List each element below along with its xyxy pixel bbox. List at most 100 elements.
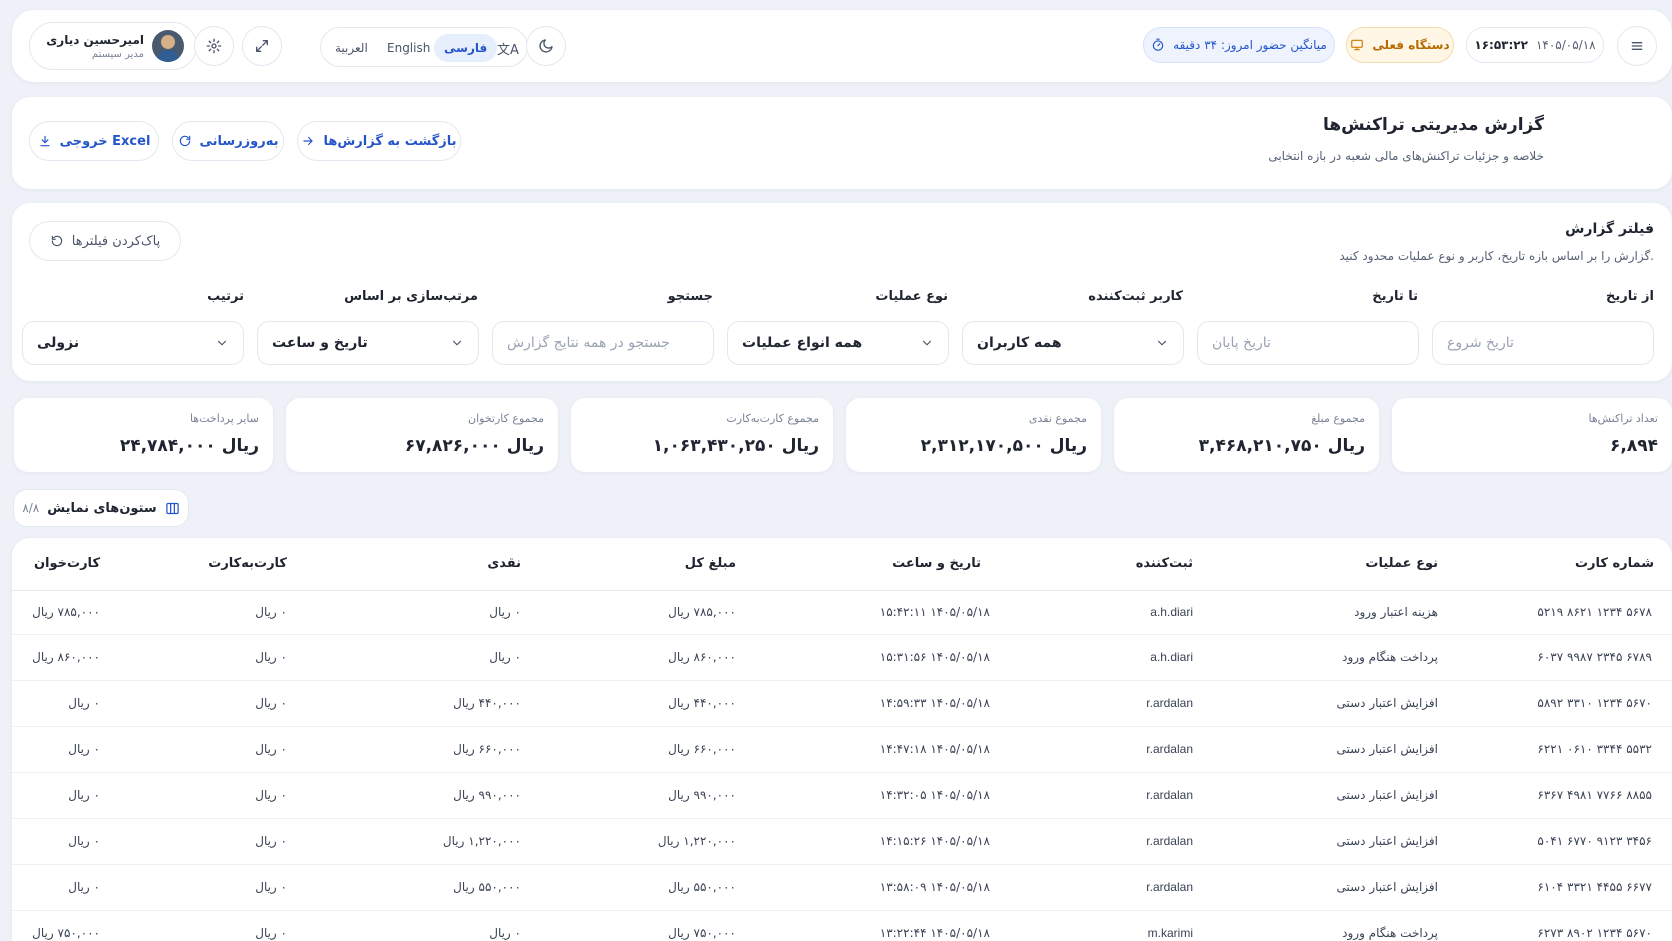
stat-label: مجموع نقدی <box>1028 412 1087 425</box>
user-profile-card[interactable]: امیرحسین دیاری مدیر سیستم <box>29 22 197 70</box>
lang-farsi[interactable]: فارسی <box>434 34 498 62</box>
user-select[interactable]: همه کاربران <box>962 321 1184 365</box>
columns-visibility-button[interactable]: ۸/۸ ستون‌های نمایش <box>13 489 189 527</box>
operation-type-label: نوع عملیات <box>875 289 948 304</box>
order-value: نزولی <box>37 335 80 351</box>
current-date: ۱۴۰۵/۰۵/۱۸ <box>1535 38 1596 52</box>
transactions-table: شماره کارت نوع عملیات ثبت‌کننده تاریخ و … <box>12 538 1672 941</box>
column-header[interactable]: نوع عملیات <box>1195 538 1450 591</box>
columns-count: ۸/۸ <box>22 501 40 515</box>
card-number-cell: ۵۶۷۰ ۱۲۳۴ ۳۳۱۰ ۵۸۹۲ <box>1450 680 1672 727</box>
clear-filters-button[interactable]: پاک‌کردن فیلترها <box>29 221 181 261</box>
total-amount-cell: ۵۵۰,۰۰۰ ریال <box>620 864 775 911</box>
datetime-cell: ۱۴۰۵/۰۵/۱۸ ۱۴:۱۵:۲۶ <box>775 818 1020 865</box>
column-header[interactable]: شماره کارت <box>1450 538 1672 591</box>
card-number-cell: ۸۸۵۵ ۷۷۶۶ ۴۹۸۱ ۶۳۶۷ <box>1450 772 1672 819</box>
table-row[interactable]: ۵۶۷۰ ۱۲۳۴ ۳۳۱۰ ۵۸۹۲ افزایش اعتبار دستی r.a… <box>12 680 1672 727</box>
card-to-card-cell: ۰ ریال <box>230 772 450 819</box>
datetime-cell: ۱۴۰۵/۰۵/۱۸ ۱۵:۳۱:۵۶ <box>775 634 1020 681</box>
to-date-input[interactable]: تاریخ پایان <box>1197 321 1419 365</box>
monitor-icon <box>1351 39 1364 51</box>
top-header: امیرحسین دیاری مدیر سیستم العربية Englis… <box>12 10 1672 82</box>
lang-arabic[interactable]: العربية <box>325 34 378 62</box>
operation-type-cell: افزایش اعتبار دستی <box>1195 864 1450 911</box>
card-number-cell: ۳۴۵۶ ۹۱۲۳ ۶۷۷۰ ۵۰۴۱ <box>1450 818 1672 865</box>
columns-visibility-label: ستون‌های نمایش <box>47 500 157 516</box>
total-amount-cell: ۹۹۰,۰۰۰ ریال <box>620 772 775 819</box>
pos-cell: ۰ ریال <box>12 680 230 727</box>
page-subtitle: خلاصه و جزئیات تراکنش‌های مالی شعبه در ب… <box>1268 149 1544 163</box>
stat-card-total-amount: مجموع مبلغ ۳,۴۶۸,۲۱۰,۷۵۰ ریال <box>1114 398 1379 472</box>
pos-cell: ۷۵۰,۰۰۰ ریال <box>12 910 230 941</box>
column-header[interactable]: مبلغ کل <box>620 538 775 591</box>
excel-export-button[interactable]: خروجی Excel <box>29 121 159 161</box>
cash-cell: ۰ ریال <box>450 910 620 941</box>
total-amount-cell: ۴۴۰,۰۰۰ ریال <box>620 680 775 727</box>
avatar <box>152 30 184 62</box>
operation-type-cell: پرداخت هنگام ورود <box>1195 634 1450 681</box>
theme-toggle-button[interactable] <box>526 26 566 66</box>
operator-cell: m.karimi <box>1020 910 1195 941</box>
column-header[interactable]: نقدی <box>450 538 620 591</box>
pos-cell: ۰ ریال <box>12 864 230 911</box>
avg-presence-badge: میانگین حضور امروز: ۳۴ دقیقه <box>1143 27 1335 63</box>
sort-by-select[interactable]: تاریخ و ساعت <box>257 321 479 365</box>
clear-filters-label: پاک‌کردن فیلترها <box>71 233 161 249</box>
lang-english[interactable]: English <box>377 34 440 62</box>
card-to-card-cell: ۰ ریال <box>230 864 450 911</box>
total-amount-cell: ۱,۲۲۰,۰۰۰ ریال <box>620 818 775 865</box>
operator-cell: a.h.diari <box>1020 590 1195 635</box>
back-to-reports-label: بازگشت به گزارش‌ها <box>323 133 457 149</box>
total-amount-cell: ۸۶۰,۰۰۰ ریال <box>620 634 775 681</box>
stat-card-pos-total: مجموع کارتخوان ۶۷,۸۲۶,۰۰۰ ریال <box>286 398 558 472</box>
menu-button[interactable] <box>1617 26 1657 66</box>
stat-value: ۲۴,۷۸۴,۰۰۰ ریال <box>119 436 259 456</box>
filter-description: گزارش را بر اساس بازه تاریخ، کاربر و نوع… <box>1339 249 1654 263</box>
back-to-reports-button[interactable]: بازگشت به گزارش‌ها <box>297 121 461 161</box>
search-input[interactable]: جستجو در همه نتایج گزارش <box>492 321 714 365</box>
order-select[interactable]: نزولی <box>22 321 244 365</box>
from-date-placeholder: تاریخ شروع <box>1447 335 1514 351</box>
column-header[interactable]: تاریخ و ساعت <box>775 538 1020 591</box>
table-row[interactable]: ۶۷۸۹ ۲۳۴۵ ۹۹۸۷ ۶۰۳۷ پرداخت هنگام ورود a.h.… <box>12 634 1672 681</box>
operation-type-cell: افزایش اعتبار دستی <box>1195 680 1450 727</box>
table-row[interactable]: ۳۴۵۶ ۹۱۲۳ ۶۷۷۰ ۵۰۴۱ افزایش اعتبار دستی r.a… <box>12 818 1672 865</box>
stat-value: ۶۷,۸۲۶,۰۰۰ ریال <box>404 436 544 456</box>
table-row[interactable]: ۵۶۷۰ ۱۲۳۴ ۸۹۰۲ ۶۲۷۳ پرداخت هنگام ورود m.ka… <box>12 910 1672 941</box>
refresh-icon <box>179 135 190 147</box>
table-row[interactable]: ۸۸۵۵ ۷۷۶۶ ۴۹۸۱ ۶۳۶۷ افزایش اعتبار دستی r.a… <box>12 772 1672 819</box>
column-header[interactable]: کارت‌به‌کارت <box>208 538 450 591</box>
operator-cell: a.h.diari <box>1020 634 1195 681</box>
operation-type-select[interactable]: همه انواع عملیات <box>727 321 949 365</box>
column-header[interactable]: کارت‌خوان <box>12 538 230 591</box>
settings-button[interactable] <box>194 26 234 66</box>
stat-card-transaction-count: تعداد تراکنش‌ها ۶,۸۹۴ <box>1392 398 1672 472</box>
to-date-label: تا تاریخ <box>1372 289 1418 304</box>
chevron-down-icon <box>1157 340 1167 346</box>
table-row[interactable]: ۶۶۷۷ ۴۴۵۵ ۳۳۲۱ ۶۱۰۴ افزایش اعتبار دستی r.a… <box>12 864 1672 911</box>
card-number-cell: ۵۶۷۰ ۱۲۳۴ ۸۹۰۲ ۶۲۷۳ <box>1450 910 1672 941</box>
user-name: امیرحسین دیاری <box>46 32 144 47</box>
datetime-cell: ۱۴۰۵/۰۵/۱۸ ۱۳:۲۲:۴۴ <box>775 910 1020 941</box>
download-icon <box>39 135 50 147</box>
table-row[interactable]: ۵۵۳۲ ۳۳۴۴ ۰۶۱۰ ۶۲۲۱ افزایش اعتبار دستی r.a… <box>12 726 1672 773</box>
operator-cell: r.ardalan <box>1020 726 1195 773</box>
cash-cell: ۹۹۰,۰۰۰ ریال <box>450 772 620 819</box>
columns-icon <box>165 502 179 514</box>
refresh-button[interactable]: به‌روزرسانی <box>172 121 284 161</box>
moon-icon <box>539 39 553 53</box>
pos-cell: ۰ ریال <box>12 726 230 773</box>
translate-icon[interactable]: 文A <box>497 39 519 58</box>
stat-label: مجموع کارتخوان <box>468 412 544 425</box>
search-label: جستجو <box>667 289 713 304</box>
card-to-card-cell: ۰ ریال <box>230 680 450 727</box>
from-date-input[interactable]: تاریخ شروع <box>1432 321 1654 365</box>
fullscreen-button[interactable] <box>242 26 282 66</box>
excel-export-label: خروجی Excel <box>59 133 151 149</box>
chevron-down-icon <box>452 340 462 346</box>
user-filter-label: کاربر ثبت‌کننده <box>1088 289 1183 304</box>
stat-value: ۳,۴۶۸,۲۱۰,۷۵۰ ریال <box>1198 436 1365 456</box>
column-header[interactable]: ثبت‌کننده <box>1020 538 1195 591</box>
pos-cell: ۰ ریال <box>12 818 230 865</box>
table-row[interactable]: ۵۶۷۸ ۱۲۳۴ ۸۶۲۱ ۵۲۱۹ هزینه اعتبار ورود a.h.… <box>12 590 1672 635</box>
